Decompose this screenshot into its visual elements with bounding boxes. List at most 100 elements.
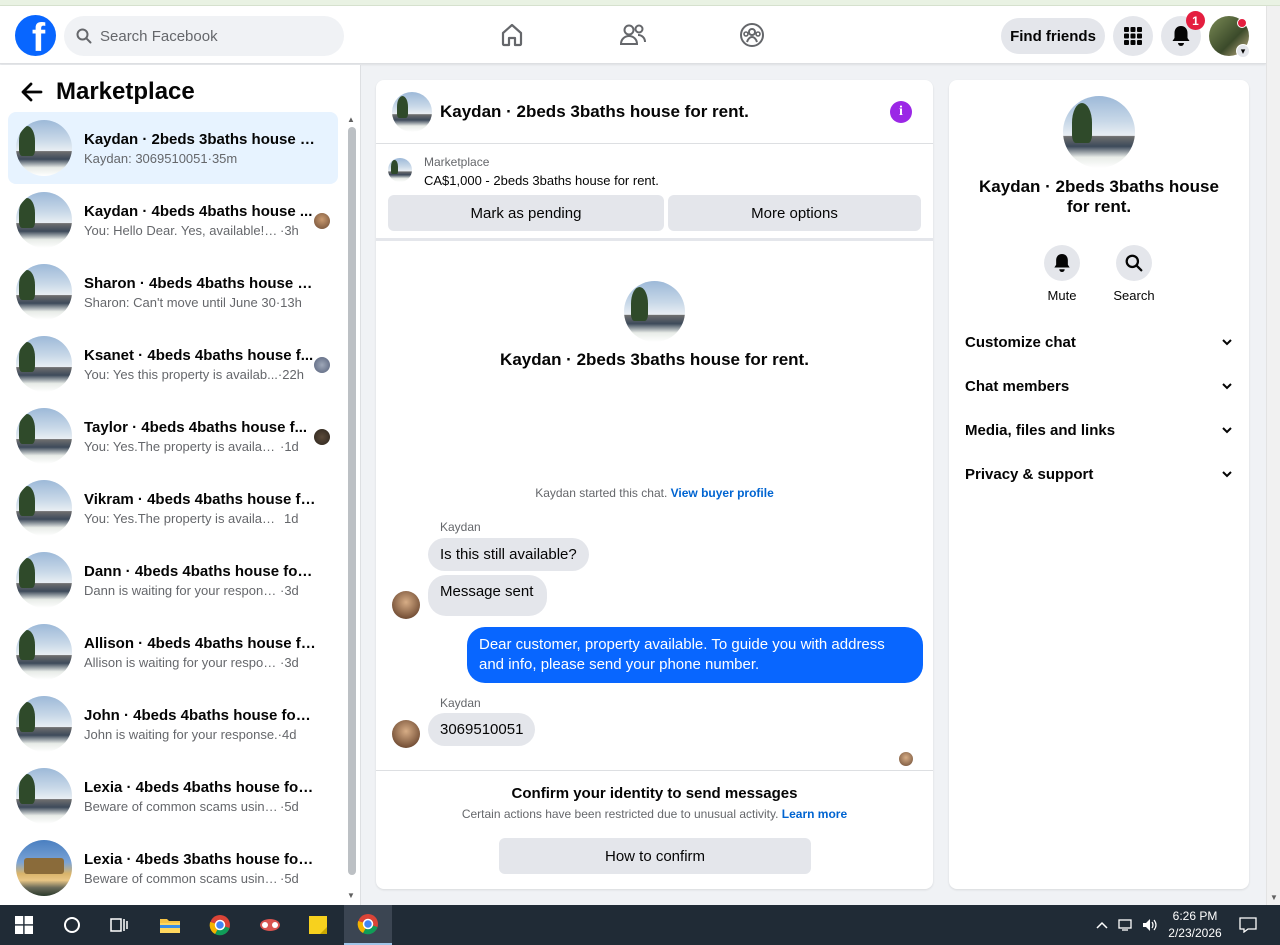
- clock-time: 6:26 PM: [1172, 909, 1218, 923]
- seen-avatar: [314, 357, 330, 373]
- chevron-up-icon[interactable]: [1090, 905, 1114, 945]
- task-view-icon[interactable]: [96, 905, 144, 945]
- conversation-time: 1d: [284, 510, 299, 526]
- conversation-snippet: Dann is waiting for your response.: [84, 582, 280, 598]
- windows-taskbar: 6:26 PM 2/23/2026: [0, 905, 1280, 945]
- conversation-time: ·3h: [280, 222, 299, 238]
- listing-thumbnail: [16, 840, 72, 896]
- how-to-confirm-button[interactable]: How to confirm: [499, 838, 811, 874]
- mute-action[interactable]: Mute: [1032, 245, 1092, 303]
- listing-thumbnail: [16, 480, 72, 536]
- row-label: Customize chat: [965, 333, 1076, 351]
- conversation-snippet: Kaydan: 3069510051: [84, 150, 208, 166]
- listing-thumbnail: [16, 624, 72, 680]
- conversation-item[interactable]: Vikram · 4beds 4baths house for... You: Y…: [8, 472, 338, 544]
- friends-icon[interactable]: [618, 20, 648, 50]
- sender-avatar[interactable]: [392, 720, 420, 748]
- conversation-item[interactable]: Taylor · 4beds 4baths house f... You: Yes…: [8, 400, 338, 472]
- scroll-up-arrow-icon[interactable]: ▲: [347, 115, 355, 124]
- cortana-search-icon[interactable]: [48, 905, 96, 945]
- conversation-time: ·13h: [275, 294, 302, 310]
- sidebar-scrollbar[interactable]: ▲ ▼: [346, 115, 356, 900]
- message-bubble-incoming[interactable]: Message sent: [428, 575, 548, 616]
- groups-icon[interactable]: [737, 20, 767, 50]
- chrome-active-icon[interactable]: [344, 905, 392, 945]
- find-friends-button[interactable]: Find friends: [1001, 18, 1105, 54]
- listing-avatar[interactable]: [388, 158, 412, 182]
- conversation-item[interactable]: John · 4beds 4baths house for r... John i…: [8, 688, 338, 760]
- message-bubble-incoming[interactable]: Is this still available?: [428, 538, 589, 571]
- conversation-header-avatar: [624, 281, 685, 342]
- bell-icon: [1172, 26, 1190, 46]
- conversation-title: Sharon · 4beds 4baths house for...: [84, 274, 316, 292]
- back-arrow-icon[interactable]: [18, 78, 46, 106]
- chevron-down-icon: [1222, 427, 1232, 434]
- conversation-snippet: Beware of common scams using pa...: [84, 798, 280, 814]
- search-box[interactable]: [64, 16, 344, 56]
- seen-avatar: [314, 429, 330, 445]
- learn-more-link[interactable]: Learn more: [782, 807, 847, 821]
- conversation-item[interactable]: Ksanet · 4beds 4baths house f... You: Yes…: [8, 328, 338, 400]
- conversation-item[interactable]: Kaydan · 2beds 3baths house fo... Kaydan:…: [8, 112, 338, 184]
- conversation-snippet: John is waiting for your response.: [84, 726, 278, 742]
- details-avatar[interactable]: [1063, 96, 1135, 168]
- snipping-tool-icon[interactable]: [246, 905, 294, 945]
- conversation-item[interactable]: Dann · 4beds 4baths house for r... Dann i…: [8, 544, 338, 616]
- conversation-item[interactable]: Allison · 4beds 4baths house for... Allis…: [8, 616, 338, 688]
- notification-center-icon[interactable]: [1234, 905, 1262, 945]
- details-title: Kaydan · 2beds 3baths house for rent.: [979, 177, 1219, 216]
- facebook-logo[interactable]: f: [15, 15, 56, 56]
- chat-members-row[interactable]: Chat members: [965, 366, 1233, 406]
- chat-title[interactable]: Kaydan · 2beds 3baths house for rent.: [440, 102, 749, 122]
- confirm-identity-subtitle: Certain actions have been restricted due…: [376, 807, 933, 821]
- chrome-icon[interactable]: [196, 905, 244, 945]
- conversation-title: Kaydan · 4beds 4baths house ...: [84, 202, 313, 220]
- conversation-list: Kaydan · 2beds 3baths house fo... Kaydan:…: [8, 112, 338, 904]
- sender-avatar[interactable]: [392, 591, 420, 619]
- scroll-down-arrow-icon[interactable]: ▼: [347, 891, 355, 900]
- chat-details-panel: Kaydan · 2beds 3baths house for rent. Mu…: [949, 80, 1249, 889]
- search-label: Search: [1113, 288, 1155, 303]
- chat-avatar[interactable]: [392, 91, 432, 132]
- network-icon[interactable]: [1114, 905, 1138, 945]
- conversation-time: ·5d: [280, 798, 299, 814]
- conversation-title: Taylor · 4beds 4baths house f...: [84, 418, 308, 436]
- volume-icon[interactable]: [1138, 905, 1162, 945]
- chevron-down-icon[interactable]: ▾: [1236, 44, 1250, 58]
- sender-name: Kaydan: [440, 696, 481, 710]
- info-icon[interactable]: i: [890, 101, 912, 123]
- window-scrollbar[interactable]: ▼: [1266, 6, 1280, 905]
- conversation-time: ·4d: [277, 726, 297, 742]
- mark-as-pending-button[interactable]: Mark as pending: [388, 195, 664, 231]
- chat-header: Kaydan · 2beds 3baths house for rent. i: [376, 80, 933, 144]
- customize-chat-row[interactable]: Customize chat: [965, 322, 1233, 362]
- search-input[interactable]: [100, 27, 320, 45]
- mute-label: Mute: [1047, 288, 1077, 303]
- view-buyer-profile-link[interactable]: View buyer profile: [671, 486, 774, 500]
- message-bubble-outgoing[interactable]: Dear customer, property available. To gu…: [467, 627, 923, 683]
- menu-grid-button[interactable]: [1113, 16, 1153, 56]
- listing-description[interactable]: CA$1,000 - 2beds 3baths house for rent.: [424, 173, 659, 188]
- scrollbar-thumb[interactable]: [348, 127, 356, 875]
- scroll-down-arrow-icon[interactable]: ▼: [1270, 893, 1278, 902]
- file-explorer-icon[interactable]: [146, 905, 194, 945]
- message-bubble-incoming[interactable]: 3069510051: [428, 713, 536, 746]
- media-files-links-row[interactable]: Media, files and links: [965, 410, 1233, 450]
- sticky-notes-icon[interactable]: [294, 905, 342, 945]
- taskbar-clock[interactable]: 6:26 PM 2/23/2026: [1163, 908, 1227, 942]
- conversation-title: Kaydan · 2beds 3baths house fo...: [84, 130, 316, 148]
- privacy-support-row[interactable]: Privacy & support: [965, 454, 1233, 494]
- conversation-item[interactable]: Kaydan · 4beds 4baths house ... You: Hell…: [8, 184, 338, 256]
- windows-start-icon[interactable]: [0, 905, 48, 945]
- conversation-snippet: You: Yes.The property is availabl...: [84, 438, 280, 454]
- more-options-button[interactable]: More options: [668, 195, 921, 231]
- clock-date: 2/23/2026: [1168, 926, 1222, 940]
- home-icon[interactable]: [497, 20, 527, 50]
- listing-thumbnail: [16, 552, 72, 608]
- conversation-item[interactable]: Lexia · 4beds 3baths house for r... Bewar…: [8, 832, 338, 904]
- conversation-title: Lexia · 4beds 4baths house for r...: [84, 778, 316, 796]
- conversation-item[interactable]: Sharon · 4beds 4baths house for... Sharon…: [8, 256, 338, 328]
- search-action[interactable]: Search: [1104, 245, 1164, 303]
- conversation-item[interactable]: Lexia · 4beds 4baths house for r... Bewar…: [8, 760, 338, 832]
- listing-thumbnail: [16, 120, 72, 176]
